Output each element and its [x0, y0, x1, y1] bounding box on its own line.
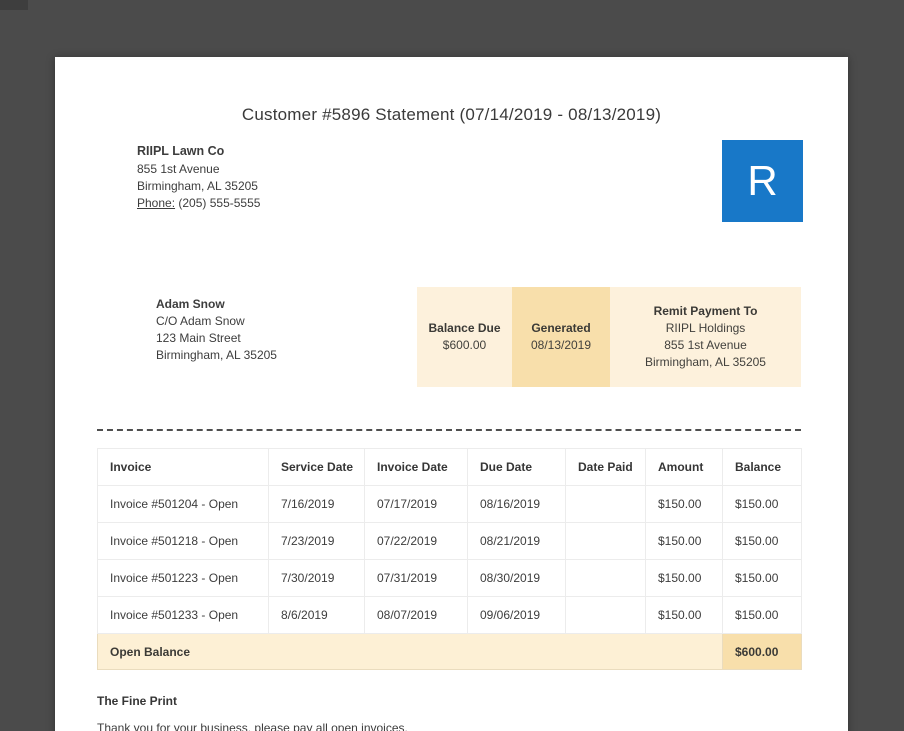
balance-due-box: Balance Due $600.00	[417, 287, 512, 387]
table-row: Invoice #501233 - Open 8/6/2019 08/07/20…	[97, 596, 802, 634]
cell-service-date: 7/16/2019	[268, 485, 365, 523]
cell-due-date: 09/06/2019	[467, 596, 566, 634]
cell-balance: $150.00	[722, 522, 802, 560]
cell-invoice-date: 08/07/2019	[364, 596, 468, 634]
customer-address-block: Adam Snow C/O Adam Snow 123 Main Street …	[156, 296, 277, 364]
company-logo: R	[722, 140, 803, 222]
cell-invoice: Invoice #501204 - Open	[97, 485, 269, 523]
cell-invoice-date: 07/22/2019	[364, 522, 468, 560]
dotted-separator	[97, 429, 801, 431]
cell-invoice: Invoice #501233 - Open	[97, 596, 269, 634]
fine-print-heading: The Fine Print	[97, 694, 178, 708]
company-name: RIIPL Lawn Co	[137, 144, 225, 158]
cell-balance: $150.00	[722, 559, 802, 597]
company-phone-line: Phone: (205) 555-5555	[137, 195, 260, 212]
cell-amount: $150.00	[645, 596, 723, 634]
table-row: Invoice #501204 - Open 7/16/2019 07/17/2…	[97, 485, 802, 523]
cell-amount: $150.00	[645, 485, 723, 523]
company-address-block: RIIPL Lawn Co 855 1st Avenue Birmingham,…	[137, 143, 260, 212]
cell-amount: $150.00	[645, 559, 723, 597]
col-header-due-date: Due Date	[467, 448, 566, 486]
generated-value: 08/13/2019	[530, 338, 592, 352]
statement-title: Customer #5896 Statement (07/14/2019 - 0…	[241, 105, 662, 124]
customer-care-of-line: C/O Adam Snow	[156, 314, 245, 328]
cell-balance: $150.00	[722, 596, 802, 634]
remit-payment-label: Remit Payment To	[653, 304, 758, 318]
remit-name: RIIPL Holdings	[665, 321, 746, 335]
cell-service-date: 7/23/2019	[268, 522, 365, 560]
cell-date-paid	[565, 522, 646, 560]
invoice-table: Invoice Service Date Invoice Date Due Da…	[97, 448, 802, 670]
company-address-line2: Birmingham, AL 35205	[137, 179, 258, 193]
col-header-date-paid: Date Paid	[565, 448, 646, 486]
viewer-corner	[0, 0, 28, 10]
phone-label: Phone:	[137, 196, 176, 210]
company-address-line1: 855 1st Avenue	[137, 162, 220, 176]
statement-document-page: Customer #5896 Statement (07/14/2019 - 0…	[55, 57, 848, 731]
cell-balance: $150.00	[722, 485, 802, 523]
customer-street-line: 123 Main Street	[156, 331, 241, 345]
cell-invoice-date: 07/31/2019	[364, 559, 468, 597]
col-header-balance: Balance	[722, 448, 802, 486]
logo-letter: R	[747, 157, 778, 204]
statement-summary-boxes: Balance Due $600.00 Generated 08/13/2019…	[417, 287, 801, 387]
balance-due-label: Balance Due	[428, 321, 501, 335]
balance-due-value: $600.00	[442, 338, 487, 352]
cell-due-date: 08/21/2019	[467, 522, 566, 560]
cell-date-paid	[565, 559, 646, 597]
generated-date-box: Generated 08/13/2019	[512, 287, 610, 387]
col-header-service-date: Service Date	[268, 448, 365, 486]
cell-due-date: 08/30/2019	[467, 559, 566, 597]
open-balance-row: Open Balance $600.00	[97, 633, 802, 670]
remit-address-line2: Birmingham, AL 35205	[645, 355, 766, 369]
document-viewer-background: Customer #5896 Statement (07/14/2019 - 0…	[0, 0, 904, 731]
cell-service-date: 7/30/2019	[268, 559, 365, 597]
cell-invoice: Invoice #501218 - Open	[97, 522, 269, 560]
cell-invoice-date: 07/17/2019	[364, 485, 468, 523]
cell-service-date: 8/6/2019	[268, 596, 365, 634]
open-balance-label: Open Balance	[97, 633, 723, 670]
cell-due-date: 08/16/2019	[467, 485, 566, 523]
table-header-row: Invoice Service Date Invoice Date Due Da…	[97, 448, 802, 486]
col-header-invoice: Invoice	[97, 448, 269, 486]
remit-payment-box: Remit Payment To RIIPL Holdings 855 1st …	[610, 287, 801, 387]
customer-name: Adam Snow	[156, 297, 225, 311]
cell-date-paid	[565, 596, 646, 634]
customer-city-line: Birmingham, AL 35205	[156, 348, 277, 362]
fine-print-text: Thank you for your business, please pay …	[97, 721, 408, 731]
cell-date-paid	[565, 485, 646, 523]
cell-amount: $150.00	[645, 522, 723, 560]
generated-label: Generated	[531, 321, 591, 335]
table-row: Invoice #501223 - Open 7/30/2019 07/31/2…	[97, 559, 802, 597]
open-balance-value: $600.00	[722, 633, 802, 670]
col-header-invoice-date: Invoice Date	[364, 448, 468, 486]
remit-address-line1: 855 1st Avenue	[664, 338, 747, 352]
col-header-amount: Amount	[645, 448, 723, 486]
table-row: Invoice #501218 - Open 7/23/2019 07/22/2…	[97, 522, 802, 560]
company-phone-number: (205) 555-5555	[178, 196, 261, 210]
cell-invoice: Invoice #501223 - Open	[97, 559, 269, 597]
